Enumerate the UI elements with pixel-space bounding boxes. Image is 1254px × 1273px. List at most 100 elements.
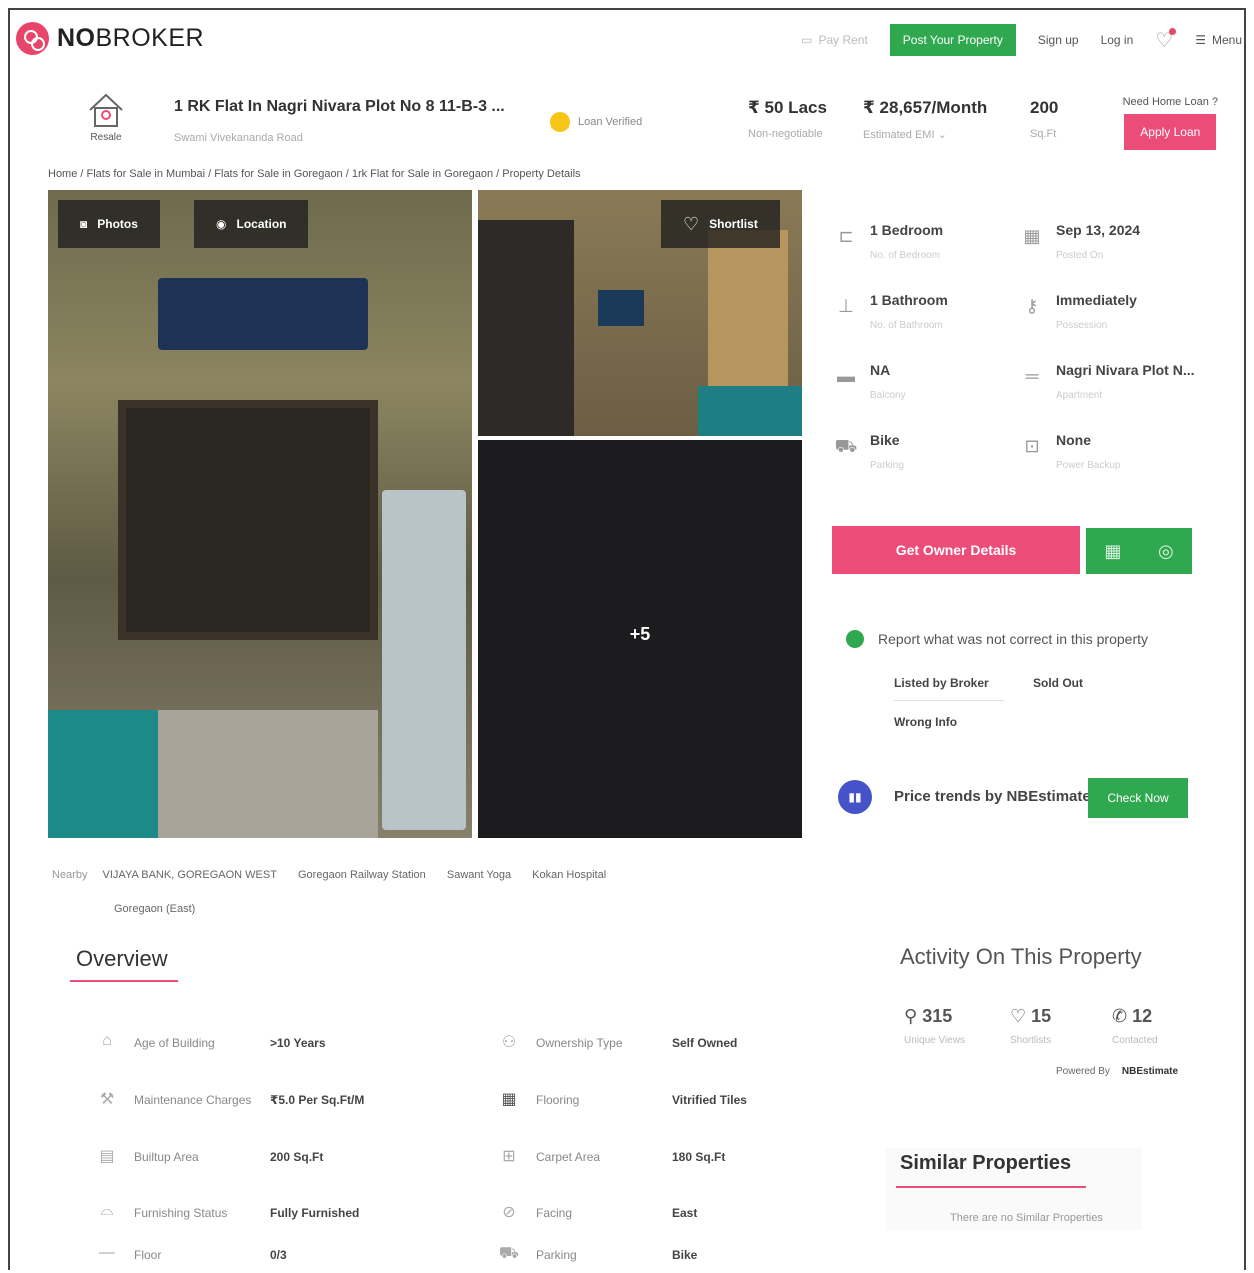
loan-verified-badge: Loan Verified: [550, 112, 642, 132]
shortlist-heart-icon[interactable]: ♡: [1155, 27, 1177, 53]
detail-value: None: [1056, 432, 1091, 448]
detail-posted-on: ▦ Sep 13, 2024 Posted On: [1012, 214, 1202, 266]
detail-value: Sep 13, 2024: [1056, 222, 1141, 238]
detail-power-backup: ⊡ None Power Backup: [1012, 424, 1202, 476]
pay-rent-link[interactable]: ▭ Pay Rent: [801, 33, 868, 47]
tools-icon: ⚒: [99, 1091, 115, 1108]
location-label: Location: [236, 217, 287, 231]
post-property-button[interactable]: Post Your Property: [889, 24, 1016, 56]
overview-underline: [70, 980, 178, 982]
home-loan: Need Home Loan ? Apply Loan: [1123, 96, 1218, 150]
area-value: 200: [1030, 98, 1059, 117]
report-option-listed-by-broker[interactable]: Listed by Broker: [894, 676, 989, 690]
report-option-sold-out[interactable]: Sold Out: [1033, 676, 1083, 690]
report-box: Report what was not correct in this prop…: [836, 626, 1198, 746]
photo-ac: [158, 278, 368, 350]
menu-button[interactable]: ☰ Menu: [1195, 33, 1242, 47]
emi-stat[interactable]: ₹ 28,657/Month Estimated EMI ⌄: [863, 98, 987, 141]
overview-value: Self Owned: [672, 1036, 738, 1050]
heart-icon: ♡: [1010, 1006, 1027, 1026]
resale-badge: Resale: [84, 90, 128, 143]
nearby-place[interactable]: Goregaon (East): [114, 903, 195, 915]
photo-doorway: [708, 230, 788, 390]
calendar-icon[interactable]: ▦: [1104, 541, 1121, 562]
detail-value: Nagri Nivara Plot N...: [1056, 362, 1195, 378]
similar-underline: [896, 1186, 1086, 1188]
detail-label: Apartment: [1056, 390, 1103, 401]
overview-key: Builtup Area: [134, 1150, 199, 1164]
phone-icon: ✆: [1112, 1006, 1128, 1026]
activity-value: 15: [1031, 1006, 1052, 1026]
report-heading: Report what was not correct in this prop…: [846, 630, 1148, 648]
pay-rent-label: Pay Rent: [818, 33, 868, 47]
carpet-icon: ⊞: [502, 1148, 516, 1165]
shortlist-button[interactable]: ♡ Shortlist: [661, 200, 780, 248]
overview-value: East: [672, 1206, 698, 1220]
photos-button[interactable]: ◙ Photos: [58, 200, 160, 248]
detail-label: Parking: [870, 460, 904, 471]
schedule-chat-buttons: ▦ ◎: [1086, 528, 1192, 574]
owner-icon: ⚇: [501, 1034, 517, 1051]
area-unit: Sq.Ft: [1030, 128, 1057, 140]
overview-key: Floor: [134, 1248, 162, 1262]
overview-value: Fully Furnished: [270, 1206, 360, 1220]
check-now-button[interactable]: Check Now: [1088, 778, 1188, 818]
chat-icon[interactable]: ◎: [1158, 541, 1174, 562]
building-age-icon: ⌂: [102, 1032, 112, 1049]
price-value: ₹ 50 Lacs: [748, 98, 827, 117]
menu-label: Menu: [1211, 33, 1242, 47]
logo[interactable]: NOBROKER: [16, 22, 204, 55]
overview-key: Furnishing Status: [134, 1206, 228, 1220]
overview-value: 180 Sq.Ft: [672, 1150, 726, 1164]
detail-label: Possession: [1056, 320, 1108, 331]
report-heading-text: Report what was not correct in this prop…: [878, 631, 1149, 647]
nearby-second-row: Goregaon (East): [52, 892, 732, 926]
price-trend: ▮▮ Price trends by NBEstimate Check Now: [836, 778, 1192, 818]
photo-door: [118, 400, 378, 640]
price-note: Non-negotiable: [748, 128, 823, 140]
views-icon: ⚲: [904, 1006, 918, 1026]
breadcrumb[interactable]: Home / Flats for Sale in Mumbai / Flats …: [48, 168, 581, 180]
nearby-place[interactable]: VIJAYA BANK, GOREGAON WEST: [103, 869, 277, 881]
nearby-place[interactable]: Goregaon Railway Station: [298, 869, 426, 881]
photo-wardrobe: [478, 220, 574, 436]
car-icon: ⛟: [498, 1245, 520, 1262]
activity-label: Contacted: [1112, 1035, 1158, 1046]
emi-value: ₹ 28,657/Month: [863, 98, 988, 117]
price-trend-text: Price trends by NBEstimate: [894, 788, 1091, 805]
overview-key: Carpet Area: [536, 1150, 601, 1164]
overview-key: Ownership Type: [536, 1036, 623, 1050]
compass-icon: ◉: [216, 217, 227, 231]
overview-value: 0/3: [270, 1248, 287, 1262]
nearby-place[interactable]: Sawant Yoga: [447, 869, 511, 881]
photo-fridge: [382, 490, 466, 830]
nearby-places: Nearby VIJAYA BANK, GOREGAON WEST Gorega…: [52, 858, 732, 926]
location-button[interactable]: ◉ Location: [194, 200, 309, 248]
battery-icon: ⊡: [1024, 436, 1040, 456]
detail-label: Balcony: [870, 390, 906, 401]
nearby-place[interactable]: Kokan Hospital: [532, 869, 606, 881]
detail-label: Power Backup: [1056, 460, 1121, 471]
bed-icon: ⊏: [838, 226, 854, 246]
main-photo[interactable]: [48, 190, 472, 838]
area-stat: 200 Sq.Ft: [1030, 98, 1058, 140]
powered-by-label: Powered By: [1056, 1066, 1110, 1077]
more-photos-count: +5: [629, 624, 651, 644]
house-icon: [89, 93, 123, 127]
report-option-wrong-info[interactable]: Wrong Info: [894, 715, 957, 729]
detail-value: Immediately: [1056, 292, 1137, 308]
sign-up-link[interactable]: Sign up: [1038, 33, 1079, 47]
get-owner-details-button[interactable]: Get Owner Details: [832, 526, 1080, 574]
camera-icon: ◙: [80, 217, 88, 231]
loan-verified-label: Loan Verified: [578, 116, 643, 128]
overview-value: 200 Sq.Ft: [270, 1150, 324, 1164]
more-photos-tile[interactable]: +5: [478, 440, 802, 838]
building-icon: ═: [1025, 366, 1039, 386]
overview-value: Vitrified Tiles: [672, 1093, 747, 1107]
detail-possession: ⚷ Immediately Possession: [1012, 284, 1202, 336]
logo-icon: [16, 22, 49, 55]
info-icon: [846, 630, 864, 648]
apply-loan-button[interactable]: Apply Loan: [1124, 114, 1217, 150]
log-in-link[interactable]: Log in: [1101, 33, 1134, 47]
activity-value: 12: [1132, 1006, 1153, 1026]
